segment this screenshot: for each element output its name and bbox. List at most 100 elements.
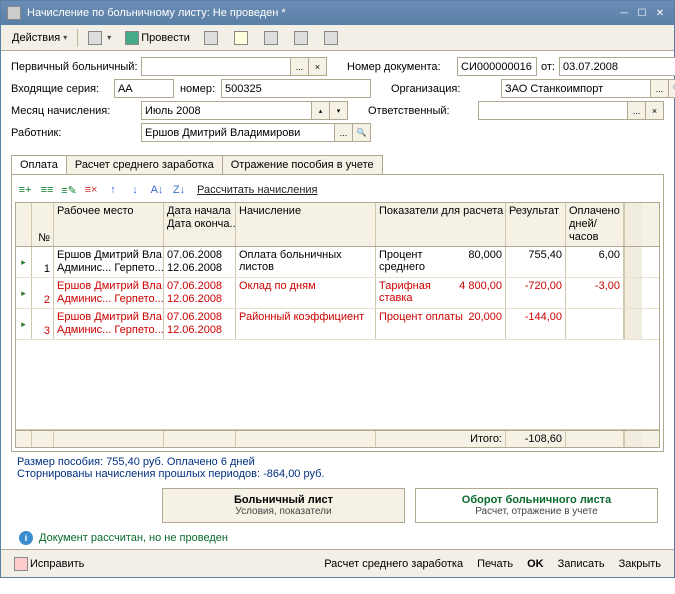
row-indicator: Процент среднего80,000 <box>376 247 506 277</box>
row-num: 1 <box>32 247 54 277</box>
form-input[interactable] <box>141 101 312 120</box>
ok-button[interactable]: OK <box>520 555 551 573</box>
close-btn[interactable]: Закрыть <box>612 555 668 573</box>
row-accrual: Оплата больничных листов <box>236 247 376 277</box>
row-dn-icon[interactable]: ↓ <box>125 180 145 200</box>
choice-2-title: Оборот больничного листа <box>424 494 649 506</box>
form-input[interactable] <box>221 79 371 98</box>
row-paid: 6,00 <box>566 247 624 277</box>
app-icon <box>7 6 21 20</box>
status-text: Документ рассчитан, но не проведен <box>39 532 228 544</box>
actions-menu[interactable]: Действия <box>5 28 74 48</box>
spin-up[interactable]: ▴ <box>312 101 330 120</box>
select-button[interactable]: ... <box>335 123 353 142</box>
spin-down[interactable]: ▾ <box>330 101 348 120</box>
form-label: Входящие серия: <box>11 83 114 95</box>
tool-icon-2 <box>264 31 278 45</box>
choice-back[interactable]: Оборот больничного листа Расчет, отражен… <box>415 488 658 523</box>
row-num: 3 <box>32 309 54 339</box>
form-label: Организация: <box>391 83 501 95</box>
avg-calc-button[interactable]: Расчет среднего заработка <box>317 555 470 573</box>
row-indicator: Процент оплаты20,000 <box>376 309 506 339</box>
lookup-button[interactable]: 🔍 <box>669 79 675 98</box>
close-button[interactable]: ✕ <box>652 6 668 20</box>
titlebar: Начисление по больничному листу: Не пров… <box>1 1 674 25</box>
form-input[interactable] <box>114 79 174 98</box>
row-accrual: Оклад по дням <box>236 278 376 308</box>
lookup-button[interactable]: 🔍 <box>353 123 371 142</box>
form-input[interactable] <box>141 123 335 142</box>
help-icon <box>234 31 248 45</box>
tab-otrazhenie[interactable]: Отражение пособия в учете <box>222 155 383 174</box>
select-button[interactable]: ... <box>291 57 309 76</box>
col-work[interactable]: Рабочее место <box>54 203 164 246</box>
row-dates: 07.06.200812.06.2008 <box>164 278 236 308</box>
tab-oplata[interactable]: Оплата <box>11 155 67 174</box>
provesti-icon <box>125 31 139 45</box>
form-input[interactable] <box>501 79 651 98</box>
row-dates: 07.06.200812.06.2008 <box>164 247 236 277</box>
tool-btn-3[interactable] <box>287 28 317 48</box>
row-edit-icon[interactable]: ≡✎ <box>59 180 79 200</box>
row-indicator: Тарифная ставка4 800,00 <box>376 278 506 308</box>
footer-bar: Исправить Расчет среднего заработка Печа… <box>1 549 674 577</box>
row-add-icon[interactable]: ≡+ <box>15 180 35 200</box>
col-num[interactable]: № <box>32 203 54 246</box>
form-label: Месяц начисления: <box>11 105 141 117</box>
form-label: Первичный больничный: <box>11 61 141 73</box>
summary-line-1: Размер пособия: 755,40 руб. Оплачено 6 д… <box>17 456 658 468</box>
row-icon: ▸ <box>16 247 32 277</box>
row-copy-icon[interactable]: ≡≡ <box>37 180 57 200</box>
find-button[interactable] <box>81 28 118 48</box>
minimize-button[interactable]: ─ <box>616 6 632 20</box>
form-label: Ответственный: <box>368 105 478 117</box>
grid-header: № Рабочее место Дата начала Дата оконча.… <box>16 203 659 247</box>
col-nach[interactable]: Начисление <box>236 203 376 246</box>
row-result: -144,00 <box>506 309 566 339</box>
choice-sick-list[interactable]: Больничный лист Условия, показатели <box>162 488 405 523</box>
select-button[interactable]: ... <box>628 101 646 120</box>
form-label: Работник: <box>11 127 141 139</box>
col-opl[interactable]: Оплачено дней/часов <box>566 203 624 246</box>
calc-link[interactable]: Рассчитать начисления <box>191 181 324 199</box>
window-title: Начисление по больничному листу: Не пров… <box>27 7 614 19</box>
grid-footer: Итого: -108,60 <box>16 430 659 447</box>
tool-icon-4 <box>324 31 338 45</box>
fix-button[interactable]: Исправить <box>7 554 91 574</box>
row-accrual: Районный коэффициент <box>236 309 376 339</box>
tool-btn-2[interactable] <box>257 28 287 48</box>
row-num: 2 <box>32 278 54 308</box>
sort-az-icon[interactable]: A↓ <box>147 180 167 200</box>
sort-za-icon[interactable]: Z↓ <box>169 180 189 200</box>
tool-btn-1[interactable] <box>197 28 227 48</box>
total-label: Итого: <box>376 431 506 447</box>
provesti-button[interactable]: Провести <box>118 28 197 48</box>
form-input[interactable] <box>141 57 291 76</box>
select-button[interactable]: ... <box>651 79 669 98</box>
col-res[interactable]: Результат <box>506 203 566 246</box>
maximize-button[interactable]: ☐ <box>634 6 650 20</box>
col-pok[interactable]: Показатели для расчета <box>376 203 506 246</box>
main-toolbar: Действия Провести <box>1 25 674 51</box>
tool-btn-4[interactable] <box>317 28 347 48</box>
summary-line-2: Сторнированы начисления прошлых периодов… <box>17 468 658 480</box>
table-row[interactable]: ▸2Ершов Дмитрий Вла...Админис... Герпето… <box>16 278 659 309</box>
info-icon: i <box>19 531 33 545</box>
clear-button[interactable]: × <box>309 57 327 76</box>
col-date[interactable]: Дата начала Дата оконча... <box>164 203 236 246</box>
print-button[interactable]: Печать <box>470 555 520 573</box>
table-row[interactable]: ▸3Ершов Дмитрий Вла...Админис... Герпето… <box>16 309 659 340</box>
fix-icon <box>14 557 28 571</box>
form-input[interactable] <box>478 101 628 120</box>
row-del-icon[interactable]: ≡× <box>81 180 101 200</box>
help-button[interactable] <box>227 28 257 48</box>
clear-button[interactable]: × <box>646 101 664 120</box>
provesti-label: Провести <box>141 32 190 44</box>
form-input[interactable] <box>559 57 675 76</box>
form-input[interactable] <box>457 57 537 76</box>
tab-srednego[interactable]: Расчет среднего заработка <box>66 155 223 174</box>
table-row[interactable]: ▸1Ершов Дмитрий Вла...Админис... Герпето… <box>16 247 659 278</box>
row-up-icon[interactable]: ↑ <box>103 180 123 200</box>
row-dates: 07.06.200812.06.2008 <box>164 309 236 339</box>
save-button[interactable]: Записать <box>551 555 612 573</box>
